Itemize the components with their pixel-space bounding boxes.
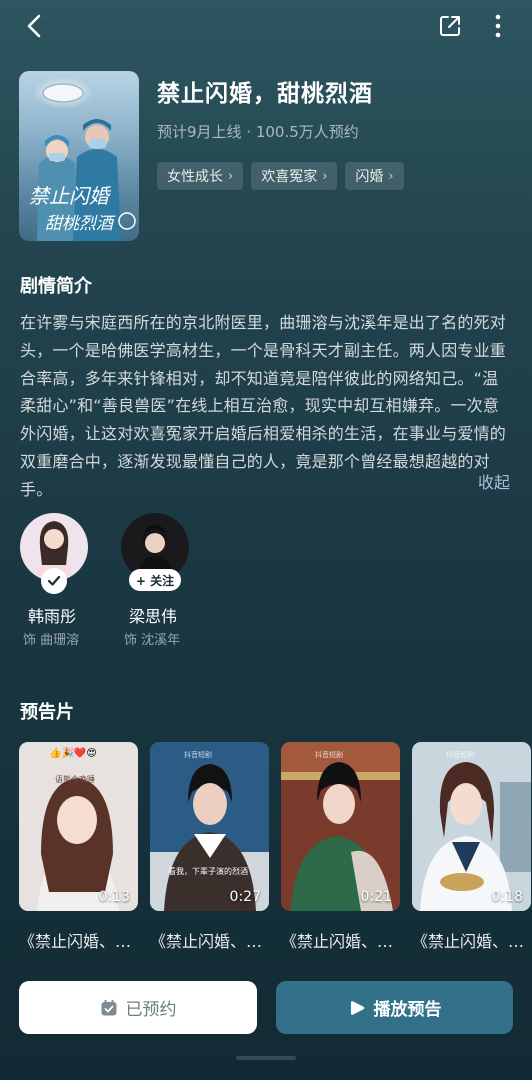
trailers-heading: 预告片 (20, 702, 74, 723)
poster-image: 禁止闪婚 甜桃烈酒 (29, 77, 136, 241)
tag-label: 女性成长 (167, 169, 223, 185)
cast-name: 韩雨彤 (28, 607, 77, 626)
trailer-thumbnail: 抖音短剧 0:18 (412, 742, 531, 911)
trailer-duration: 0:27 (229, 889, 261, 905)
more-options-button[interactable] (484, 10, 512, 42)
poster-title-line2: 甜桃烈酒 (45, 214, 116, 234)
genre-tags: 女性成长 › 欢喜冤家 › 闪婚 › (157, 162, 404, 190)
synopsis-heading: 剧情简介 (20, 276, 92, 297)
synopsis-text: 在许雾与宋庭西所在的京北附医里，曲珊溶与沈溪年是出了名的死对头，一个是哈佛医学高… (20, 313, 507, 499)
trailer-thumbnail: 看我，下辈子演的烈酒 抖音短剧 0:27 (150, 742, 269, 911)
trailer-thumbnail: 抖音短剧 0:21 (281, 742, 400, 911)
share-icon (440, 16, 460, 36)
chevron-right-icon: › (322, 168, 328, 184)
watermark: 抖音短剧 (315, 751, 343, 759)
trailer-title: 《禁止闪婚、… (412, 932, 525, 951)
follow-button[interactable]: + 关注 (129, 569, 181, 591)
drama-title: 禁止闪婚，甜桃烈酒 (157, 81, 373, 107)
home-indicator (236, 1056, 296, 1060)
trailer-title: 《禁止闪婚、… (281, 932, 394, 951)
watermark: 抖音短剧 (446, 751, 474, 759)
share-button[interactable] (434, 10, 466, 42)
release-info: 预计9月上线 · 100.5万人预约 (157, 123, 359, 141)
top-bar (0, 0, 532, 54)
trailer-title: 《禁止闪婚、… (150, 932, 263, 951)
reserved-button[interactable]: 已预约 (19, 981, 257, 1034)
trailer-carousel[interactable]: 语熊今晚睡 👍🎉❤️😍 0:13 《禁止闪婚、… 看我，下辈子演的烈酒 抖音短剧… (19, 742, 532, 952)
followed-check-icon (41, 568, 67, 594)
trailer-thumbnail: 语熊今晚睡 👍🎉❤️😍 0:13 (19, 742, 138, 911)
back-button[interactable] (18, 10, 50, 42)
reserved-label: 已预约 (125, 1000, 177, 1020)
play-trailer-label: 播放预告 (373, 1000, 442, 1020)
back-arrow-icon (27, 14, 41, 38)
tag-label: 闪婚 (355, 169, 384, 185)
trailer-title: 《禁止闪婚、… (19, 932, 132, 951)
cast-role: 饰 沈溪年 (124, 633, 181, 648)
drama-poster[interactable]: 禁止闪婚 甜桃烈酒 (19, 71, 139, 241)
trailer-duration: 0:21 (360, 889, 392, 905)
poster-title-line1: 禁止闪婚 (29, 184, 112, 208)
emoji-row: 👍🎉❤️😍 (49, 746, 97, 759)
bottom-action-bar: 已预约 播放预告 (0, 965, 532, 1080)
tag-female-growth[interactable]: 女性成长 › (157, 162, 244, 190)
thumb-caption: 语熊今晚睡 (55, 774, 95, 784)
trailer-duration: 0:13 (98, 889, 130, 905)
play-trailer-button[interactable]: 播放预告 (276, 981, 513, 1034)
tag-bickering-couple[interactable]: 欢喜冤家 › (251, 162, 338, 190)
more-vertical-icon (495, 14, 501, 38)
watermark: 抖音短剧 (184, 751, 212, 759)
play-icon (350, 1000, 364, 1015)
tag-flash-marriage[interactable]: 闪婚 › (345, 162, 404, 190)
cast-name: 梁思伟 (129, 607, 178, 626)
cast-role: 饰 曲珊溶 (23, 633, 80, 648)
trailer-duration: 0:18 (491, 889, 523, 905)
chevron-right-icon: › (228, 168, 234, 184)
calendar-check-icon (101, 999, 116, 1015)
chevron-right-icon: › (388, 168, 394, 184)
thumb-caption: 看我，下辈子演的烈酒 (168, 866, 248, 876)
collapse-link[interactable]: 收起 (478, 469, 510, 493)
tag-label: 欢喜冤家 (261, 169, 318, 185)
